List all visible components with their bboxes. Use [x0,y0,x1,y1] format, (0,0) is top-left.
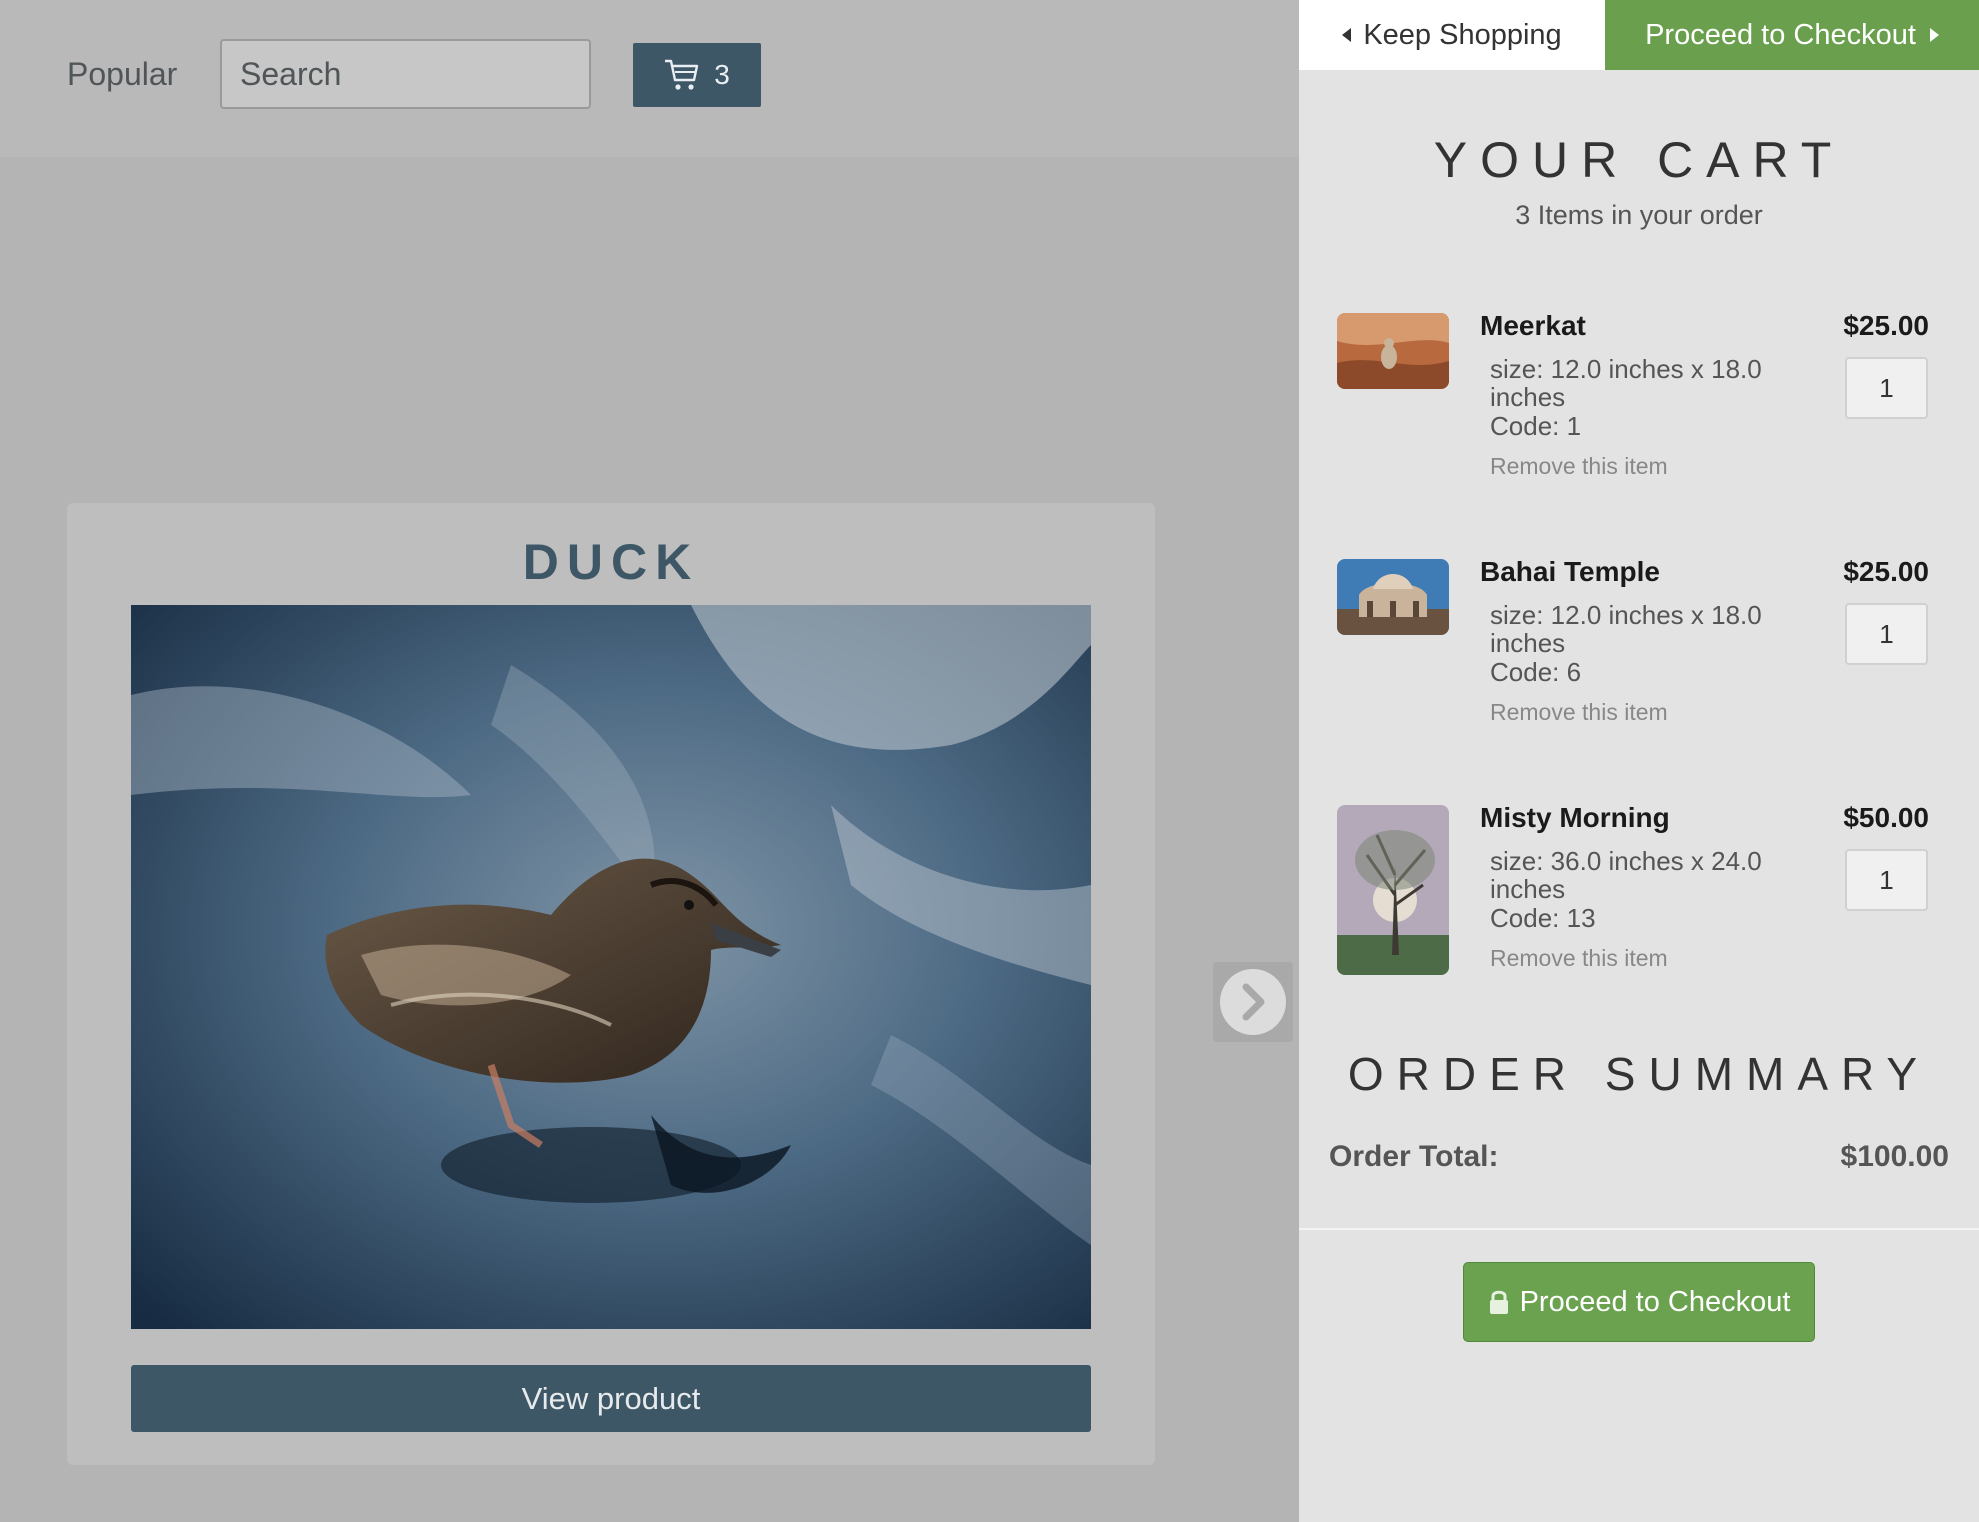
order-total-value: $100.00 [1840,1140,1949,1173]
checkout-top-button[interactable]: Proceed to Checkout [1605,0,1979,70]
duck-product-image[interactable] [131,605,1091,1329]
store-header: Popular 3 [0,0,1299,157]
item-code: Code: 6 [1490,657,1582,687]
cart-title: YOUR CART [1433,132,1845,188]
remove-item-link[interactable]: Remove this item [1490,697,1668,727]
cart-subtitle: 3 Items in your order [1515,200,1763,230]
item-price: $50.00 [1843,802,1929,833]
quantity-input[interactable] [1845,603,1928,665]
item-code: Code: 1 [1490,411,1582,441]
item-size: size: 12.0 inches x 18.0 inches [1490,600,1762,658]
item-name: Bahai Temple [1480,556,1660,587]
item-size: size: 12.0 inches x 18.0 inches [1490,354,1762,412]
item-name: Misty Morning [1480,802,1670,833]
item-code: Code: 13 [1490,903,1596,933]
cart-item: Meerkat $25.00 size: 12.0 inches x 18.0 … [1299,310,1979,513]
view-product-button[interactable]: View product [131,1365,1091,1432]
keep-shopping-button[interactable]: Keep Shopping [1299,0,1605,70]
quantity-input[interactable] [1845,357,1928,419]
checkout-bottom-label: Proceed to Checkout [1519,1285,1791,1318]
checkout-bottom-button[interactable]: Proceed to Checkout [1463,1262,1815,1342]
remove-item-link[interactable]: Remove this item [1490,943,1668,973]
order-summary-title: ORDER SUMMARY [1347,1048,1931,1100]
cart-item: Misty Morning $50.00 size: 36.0 inches x… [1299,802,1979,1005]
remove-item-link[interactable]: Remove this item [1490,451,1668,481]
order-total-label: Order Total: [1329,1140,1499,1173]
lock-icon [1489,1290,1508,1314]
tree-thumbnail [1337,805,1449,975]
divider [1299,1228,1979,1230]
item-size: size: 36.0 inches x 24.0 inches [1490,846,1762,904]
cart-button[interactable]: 3 [633,43,761,107]
cart-item: Bahai Temple $25.00 size: 12.0 inches x … [1299,556,1979,759]
checkout-top-label: Proceed to Checkout [1645,18,1916,51]
chevron-right-icon [1220,969,1286,1035]
nav-popular-link[interactable]: Popular [67,54,177,94]
cart-panel: Keep Shopping Proceed to Checkout YOUR C… [1299,0,1979,1522]
search-input[interactable] [220,39,591,109]
caret-left-icon [1342,28,1352,42]
product-title: DUCK [522,534,700,590]
item-price: $25.00 [1843,556,1929,587]
quantity-input[interactable] [1845,849,1928,911]
item-price: $25.00 [1843,310,1929,341]
shopping-cart-icon [665,59,699,90]
product-card: DUCK View product [67,503,1155,1465]
caret-right-icon [1929,28,1939,42]
next-product-arrow[interactable] [1213,962,1293,1042]
temple-thumbnail [1337,559,1449,635]
item-name: Meerkat [1480,310,1586,341]
meerkat-thumbnail [1337,313,1449,389]
keep-shopping-label: Keep Shopping [1363,18,1562,51]
cart-count: 3 [714,59,730,90]
